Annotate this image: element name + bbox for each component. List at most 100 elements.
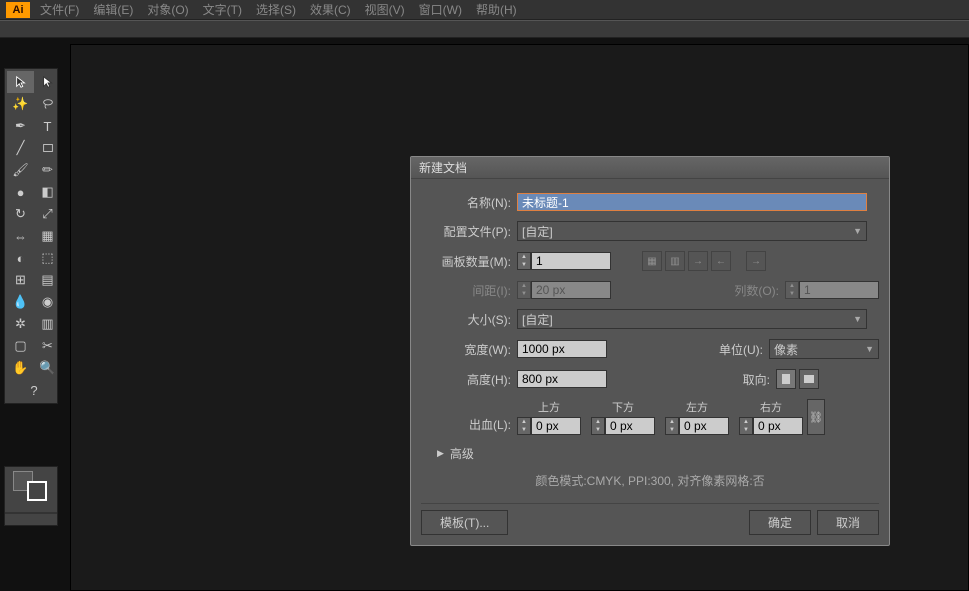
menu-bar: Ai 文件(F) 编辑(E) 对象(O) 文字(T) 选择(S) 效果(C) 视… <box>0 0 969 20</box>
triangle-right-icon: ▶ <box>437 448 444 459</box>
menu-object[interactable]: 对象(O) <box>147 1 188 18</box>
advanced-label: 高级 <box>450 445 474 462</box>
row-rtl-icon: ← <box>711 251 731 271</box>
ok-button[interactable]: 确定 <box>749 510 811 535</box>
menu-type[interactable]: 文字(T) <box>203 1 242 18</box>
menu-select[interactable]: 选择(S) <box>256 1 296 18</box>
rotate-tool[interactable]: ↻ <box>7 203 34 225</box>
gradient-tool[interactable]: ▤ <box>34 269 61 291</box>
size-select[interactable]: [自定] ▼ <box>517 309 867 329</box>
line-tool[interactable]: ╱ <box>7 137 34 159</box>
grid-by-col-icon: ▥ <box>665 251 685 271</box>
bleed-top-stepper[interactable]: ▲▼ <box>517 417 531 435</box>
orient-landscape[interactable] <box>799 369 819 389</box>
arrow-right-icon: → <box>746 251 766 271</box>
bleed-top-input[interactable] <box>531 417 581 435</box>
selection-tool[interactable] <box>7 71 34 93</box>
free-transform-tool[interactable]: ▦ <box>34 225 61 247</box>
dialog-title: 新建文档 <box>411 157 889 179</box>
scale-tool[interactable]: ⤢ <box>34 203 61 225</box>
advanced-toggle[interactable]: ▶ 高级 <box>437 445 879 462</box>
swatch-3[interactable] <box>40 512 57 514</box>
bleed-bottom-input[interactable] <box>605 417 655 435</box>
hand-tool[interactable]: ✋ <box>7 357 34 379</box>
menu-file[interactable]: 文件(F) <box>40 1 79 18</box>
symbol-sprayer-tool[interactable]: ✲ <box>7 313 34 335</box>
mesh-tool[interactable]: ⊞ <box>7 269 34 291</box>
template-button[interactable]: 模板(T)... <box>421 510 508 535</box>
columns-label: 列数(O): <box>723 282 785 299</box>
columns-stepper: ▲▼ <box>785 281 799 299</box>
graph-tool[interactable]: ▥ <box>34 313 61 335</box>
perspective-tool[interactable]: ⬚ <box>34 247 61 269</box>
artboards-label: 画板数量(M): <box>421 253 517 270</box>
pen-tool[interactable]: ✒ <box>7 115 34 137</box>
rectangle-tool[interactable] <box>34 137 61 159</box>
menu-window[interactable]: 窗口(W) <box>419 1 462 18</box>
artboard-tool[interactable]: ▢ <box>7 335 34 357</box>
orient-portrait[interactable] <box>776 369 796 389</box>
magic-wand-tool[interactable]: ✨ <box>7 93 34 115</box>
control-bar <box>0 20 969 38</box>
profile-value: [自定] <box>522 223 553 240</box>
zoom-tool[interactable]: 🔍 <box>34 357 61 379</box>
blob-brush-tool[interactable]: ● <box>7 181 34 203</box>
blend-tool[interactable]: ◉ <box>34 291 61 313</box>
size-value: [自定] <box>522 311 553 328</box>
width-input[interactable] <box>517 340 607 358</box>
chevron-down-icon: ▼ <box>853 226 862 236</box>
swatch-1[interactable] <box>5 512 22 514</box>
profile-label: 配置文件(P): <box>421 223 517 240</box>
units-select[interactable]: 像素 ▼ <box>769 339 879 359</box>
eyedropper-tool[interactable]: 💧 <box>7 291 34 313</box>
menu-edit[interactable]: 编辑(E) <box>93 1 133 18</box>
spacing-label: 间距(I): <box>421 282 517 299</box>
bleed-label: 出血(L): <box>421 416 517 435</box>
color-swatches <box>4 466 58 526</box>
cancel-button[interactable]: 取消 <box>817 510 879 535</box>
width-label: 宽度(W): <box>421 341 517 358</box>
bleed-top-label: 上方 <box>538 399 560 415</box>
grid-by-row-icon: ▦ <box>642 251 662 271</box>
units-label: 单位(U): <box>707 341 769 358</box>
height-input[interactable] <box>517 370 607 388</box>
type-tool[interactable]: T <box>34 115 61 137</box>
bleed-right-stepper[interactable]: ▲▼ <box>739 417 753 435</box>
bleed-left-stepper[interactable]: ▲▼ <box>665 417 679 435</box>
direct-selection-tool[interactable] <box>34 71 61 93</box>
main-area: ✨ ✒ T ╱ 🖌 ✏ ● ◧ ↻ ⤢ ⇔ ▦ ◐ ⬚ ⊞ ▤ 💧 ◉ ✲ ▥ … <box>0 38 969 591</box>
chevron-down-icon: ▼ <box>865 344 874 354</box>
width-tool[interactable]: ⇔ <box>7 225 34 247</box>
eraser-tool[interactable]: ◧ <box>34 181 61 203</box>
units-value: 像素 <box>774 341 798 358</box>
orient-label: 取向: <box>714 371 776 388</box>
slice-tool[interactable]: ✂ <box>34 335 61 357</box>
menu-view[interactable]: 视图(V) <box>365 1 405 18</box>
paintbrush-tool[interactable]: 🖌 <box>7 159 34 181</box>
profile-select[interactable]: [自定] ▼ <box>517 221 867 241</box>
chevron-down-icon: ▼ <box>853 314 862 324</box>
pencil-tool[interactable]: ✏ <box>34 159 61 181</box>
lasso-tool[interactable] <box>34 93 61 115</box>
spacing-stepper: ▲▼ <box>517 281 531 299</box>
shape-builder-tool[interactable]: ◐ <box>7 247 34 269</box>
stroke-color[interactable] <box>27 481 47 501</box>
bleed-bottom-stepper[interactable]: ▲▼ <box>591 417 605 435</box>
artboards-stepper[interactable]: ▲▼ <box>517 252 531 270</box>
bleed-right-label: 右方 <box>760 399 782 415</box>
bleed-right-input[interactable] <box>753 417 803 435</box>
artboards-input[interactable] <box>531 252 611 270</box>
name-input[interactable] <box>517 193 867 211</box>
help-tool[interactable]: ? <box>7 379 61 401</box>
swatch-2[interactable] <box>22 512 39 514</box>
row-ltr-icon: → <box>688 251 708 271</box>
bleed-left-input[interactable] <box>679 417 729 435</box>
link-bleed-icon[interactable]: ⛓ <box>807 399 825 435</box>
bleed-bottom-label: 下方 <box>612 399 634 415</box>
mode-info: 颜色模式:CMYK, PPI:300, 对齐像素网格:否 <box>421 472 879 489</box>
new-document-dialog: 新建文档 名称(N): 配置文件(P): [自定]▼ 画板数量(M): ▲▼ ▦… <box>410 156 890 546</box>
menu-help[interactable]: 帮助(H) <box>476 1 517 18</box>
columns-input <box>799 281 879 299</box>
bleed-left-label: 左方 <box>686 399 708 415</box>
menu-effect[interactable]: 效果(C) <box>310 1 351 18</box>
